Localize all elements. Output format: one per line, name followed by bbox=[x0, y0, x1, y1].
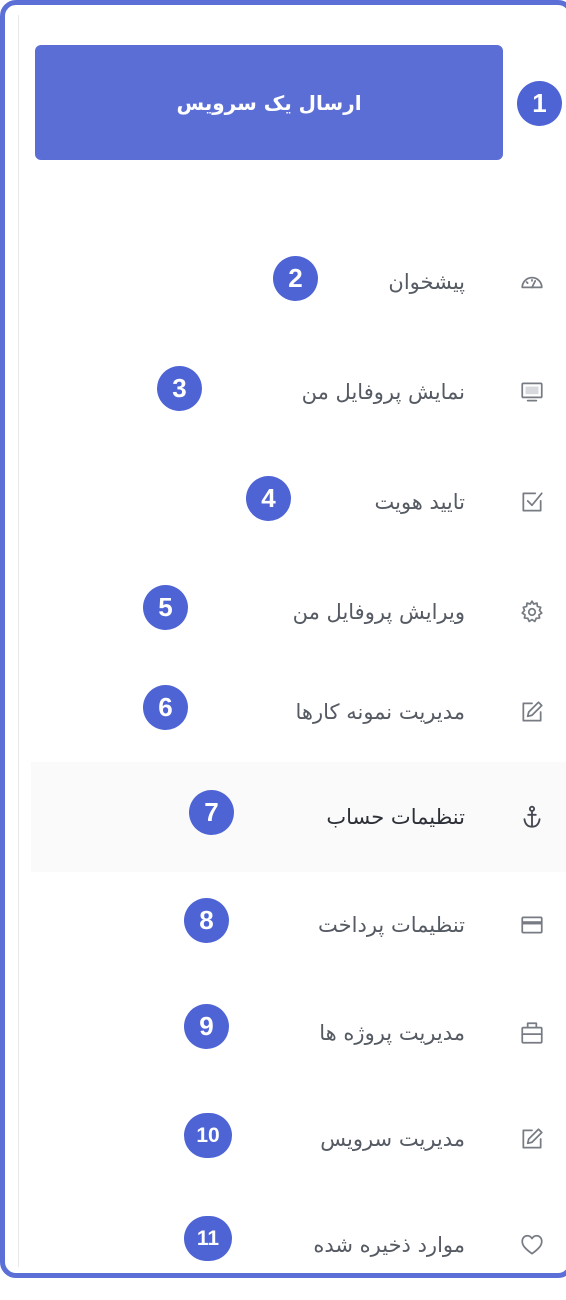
sidebar-item-label: تایید هویت bbox=[374, 490, 465, 514]
sidebar-item-view-profile[interactable]: نمایش پروفایل من bbox=[31, 337, 566, 447]
sidebar-item-label: تنظیمات حساب bbox=[326, 805, 465, 829]
submit-service-label: ارسال یک سرویس bbox=[176, 90, 362, 115]
submit-service-button[interactable]: ارسال یک سرویس bbox=[35, 45, 503, 160]
gear-icon bbox=[519, 599, 545, 625]
sidebar-item-label: مدیریت نمونه کارها bbox=[295, 700, 465, 724]
callout-badge: 2 bbox=[273, 256, 318, 301]
credit-card-icon bbox=[519, 912, 545, 938]
callout-badge: 8 bbox=[184, 898, 229, 943]
callout-badge: 4 bbox=[246, 476, 291, 521]
callout-badge: 3 bbox=[157, 366, 202, 411]
sidebar-item-label: موارد ذخیره شده bbox=[313, 1233, 465, 1257]
anchor-icon bbox=[519, 804, 545, 830]
checkbox-icon bbox=[519, 489, 545, 515]
callout-badge: 5 bbox=[143, 585, 188, 630]
sidebar-item-label: تنظیمات پرداخت bbox=[318, 913, 465, 937]
sidebar-item-edit-profile[interactable]: ویرایش پروفایل من bbox=[31, 557, 566, 667]
sidebar-panel: ارسال یک سرویس پیشخوان نمایش پروفایل من bbox=[0, 0, 566, 1278]
monitor-icon bbox=[519, 379, 545, 405]
sidebar-item-manage-portfolio[interactable]: مدیریت نمونه کارها bbox=[31, 657, 566, 767]
callout-badge: 9 bbox=[184, 1004, 229, 1049]
sidebar-item-label: مدیریت پروژه ها bbox=[319, 1021, 465, 1045]
sidebar-item-saved-items[interactable]: موارد ذخیره شده bbox=[31, 1190, 566, 1300]
edit-icon bbox=[519, 699, 545, 725]
dashboard-gauge-icon bbox=[519, 269, 545, 295]
sidebar-item-account-settings[interactable]: تنظیمات حساب bbox=[31, 762, 566, 872]
callout-badge: 10 bbox=[184, 1113, 232, 1158]
callout-badge: 7 bbox=[189, 790, 234, 835]
callout-badge: 6 bbox=[143, 685, 188, 730]
edit-icon bbox=[519, 1126, 545, 1152]
callout-badge: 11 bbox=[184, 1216, 232, 1261]
sidebar-item-manage-service[interactable]: مدیریت سرویس bbox=[31, 1084, 566, 1194]
sidebar-item-label: مدیریت سرویس bbox=[320, 1127, 465, 1151]
briefcase-icon bbox=[519, 1020, 545, 1046]
sidebar-item-verify-identity[interactable]: تایید هویت bbox=[31, 447, 566, 557]
sidebar-item-payment-settings[interactable]: تنظیمات پرداخت bbox=[31, 870, 566, 980]
sidebar-item-label: پیشخوان bbox=[388, 270, 465, 294]
heart-icon bbox=[519, 1232, 545, 1258]
sidebar-item-manage-projects[interactable]: مدیریت پروژه ها bbox=[31, 978, 566, 1088]
panel-divider bbox=[18, 15, 19, 1267]
sidebar-item-label: ویرایش پروفایل من bbox=[292, 600, 465, 624]
sidebar-item-label: نمایش پروفایل من bbox=[301, 380, 465, 404]
callout-badge: 1 bbox=[517, 81, 562, 126]
